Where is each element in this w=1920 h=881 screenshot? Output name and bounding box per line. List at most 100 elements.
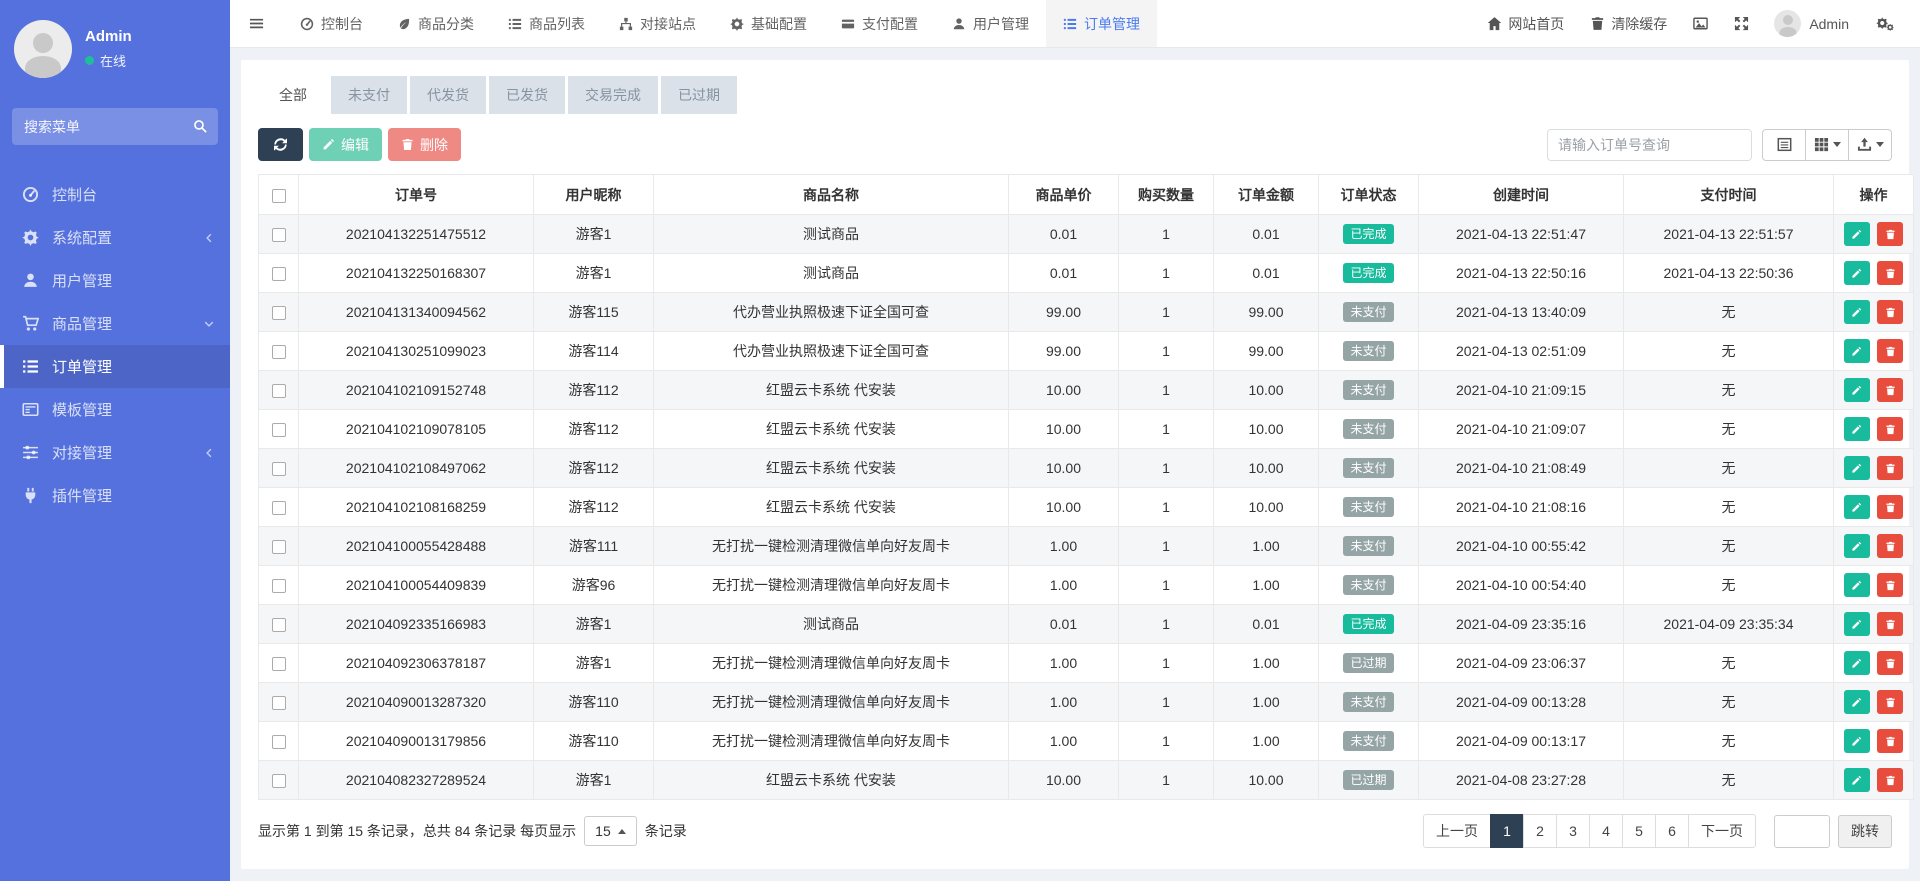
topnav-tab[interactable]: 用户管理 (935, 0, 1046, 47)
row-select-cell (259, 761, 299, 800)
column-header: 订单金额 (1214, 175, 1319, 215)
row-edit-button[interactable] (1844, 690, 1870, 714)
settings-button[interactable] (1863, 0, 1908, 47)
delete-button[interactable]: 删除 (388, 128, 461, 161)
row-delete-button[interactable] (1877, 573, 1903, 597)
order-amount: 1.00 (1214, 644, 1319, 683)
topbar-avatar[interactable] (1774, 10, 1801, 37)
sidebar-item[interactable]: 模板管理 (0, 388, 230, 431)
topnav-tab[interactable]: 支付配置 (824, 0, 935, 47)
row-edit-button[interactable] (1844, 456, 1870, 480)
row-checkbox[interactable] (272, 735, 286, 749)
row-delete-button[interactable] (1877, 261, 1903, 285)
sidebar-item[interactable]: 插件管理 (0, 474, 230, 517)
row-edit-button[interactable] (1844, 612, 1870, 636)
sidebar-item[interactable]: 商品管理 (0, 302, 230, 345)
page-size-select[interactable]: 15 (584, 816, 637, 846)
topnav-tab[interactable]: 基础配置 (713, 0, 824, 47)
row-checkbox[interactable] (272, 267, 286, 281)
row-checkbox[interactable] (272, 228, 286, 242)
topbar-username[interactable]: Admin (1809, 16, 1849, 32)
refresh-button[interactable] (258, 128, 303, 161)
row-delete-button[interactable] (1877, 690, 1903, 714)
row-checkbox[interactable] (272, 774, 286, 788)
page-button[interactable]: 1 (1490, 814, 1524, 848)
row-edit-button[interactable] (1844, 768, 1870, 792)
row-delete-button[interactable] (1877, 729, 1903, 753)
order-status-tab[interactable]: 全部 (258, 76, 328, 114)
detail-view-button[interactable] (1762, 129, 1806, 161)
page-jump-input[interactable] (1774, 815, 1830, 848)
order-status-tab[interactable]: 交易完成 (568, 76, 658, 114)
row-checkbox[interactable] (272, 501, 286, 515)
row-delete-button[interactable] (1877, 339, 1903, 363)
row-checkbox[interactable] (272, 384, 286, 398)
row-delete-button[interactable] (1877, 495, 1903, 519)
row-edit-button[interactable] (1844, 222, 1870, 246)
page-size-value: 15 (595, 823, 611, 839)
row-edit-button[interactable] (1844, 261, 1870, 285)
page-button[interactable]: 6 (1655, 814, 1689, 848)
row-delete-button[interactable] (1877, 300, 1903, 324)
next-page-button[interactable]: 下一页 (1688, 814, 1756, 848)
row-delete-button[interactable] (1877, 768, 1903, 792)
row-checkbox[interactable] (272, 618, 286, 632)
topnav-tab[interactable]: 订单管理 (1046, 0, 1157, 47)
page-jump-button[interactable]: 跳转 (1838, 815, 1892, 848)
row-checkbox[interactable] (272, 306, 286, 320)
page-button[interactable]: 3 (1556, 814, 1590, 848)
row-edit-button[interactable] (1844, 534, 1870, 558)
row-edit-button[interactable] (1844, 495, 1870, 519)
sidebar-item[interactable]: 订单管理 (0, 345, 230, 388)
home-link[interactable]: 网站首页 (1474, 0, 1577, 47)
row-delete-button[interactable] (1877, 612, 1903, 636)
page-button[interactable]: 2 (1523, 814, 1557, 848)
edit-button[interactable]: 编辑 (309, 128, 382, 161)
row-checkbox[interactable] (272, 423, 286, 437)
order-status-tab[interactable]: 未支付 (331, 76, 407, 114)
row-checkbox[interactable] (272, 540, 286, 554)
row-delete-button[interactable] (1877, 378, 1903, 402)
sidebar-item[interactable]: 对接管理 (0, 431, 230, 474)
topnav-tab[interactable]: 商品分类 (380, 0, 491, 47)
row-edit-button[interactable] (1844, 573, 1870, 597)
page-button[interactable]: 5 (1622, 814, 1656, 848)
export-button[interactable] (1848, 129, 1892, 161)
sidebar-item[interactable]: 控制台 (0, 173, 230, 216)
topnav-tab[interactable]: 对接站点 (602, 0, 713, 47)
fullscreen-button[interactable] (1721, 0, 1762, 47)
row-edit-button[interactable] (1844, 729, 1870, 753)
order-search-input[interactable] (1547, 129, 1752, 161)
row-checkbox[interactable] (272, 345, 286, 359)
row-edit-button[interactable] (1844, 300, 1870, 324)
row-checkbox[interactable] (272, 696, 286, 710)
select-all-checkbox[interactable] (272, 189, 286, 203)
row-edit-button[interactable] (1844, 417, 1870, 441)
row-delete-button[interactable] (1877, 534, 1903, 558)
sidebar-toggle-button[interactable] (230, 0, 283, 47)
row-delete-button[interactable] (1877, 651, 1903, 675)
row-checkbox[interactable] (272, 462, 286, 476)
avatar[interactable] (14, 20, 72, 78)
row-edit-button[interactable] (1844, 339, 1870, 363)
topnav-tab[interactable]: 控制台 (283, 0, 380, 47)
order-status-tab[interactable]: 已过期 (661, 76, 737, 114)
sidebar-item[interactable]: 用户管理 (0, 259, 230, 302)
order-status-tab[interactable]: 已发货 (489, 76, 565, 114)
row-checkbox[interactable] (272, 657, 286, 671)
row-checkbox[interactable] (272, 579, 286, 593)
row-edit-button[interactable] (1844, 651, 1870, 675)
sidebar-item[interactable]: 系统配置 (0, 216, 230, 259)
menu-search-input[interactable] (12, 108, 218, 145)
topnav-tab[interactable]: 商品列表 (491, 0, 602, 47)
row-delete-button[interactable] (1877, 456, 1903, 480)
row-delete-button[interactable] (1877, 417, 1903, 441)
order-status-tab[interactable]: 代发货 (410, 76, 486, 114)
prev-page-button[interactable]: 上一页 (1423, 814, 1491, 848)
clear-cache-link[interactable]: 清除缓存 (1577, 0, 1680, 47)
theme-button[interactable] (1680, 0, 1721, 47)
columns-button[interactable] (1805, 129, 1849, 161)
row-delete-button[interactable] (1877, 222, 1903, 246)
page-button[interactable]: 4 (1589, 814, 1623, 848)
row-edit-button[interactable] (1844, 378, 1870, 402)
